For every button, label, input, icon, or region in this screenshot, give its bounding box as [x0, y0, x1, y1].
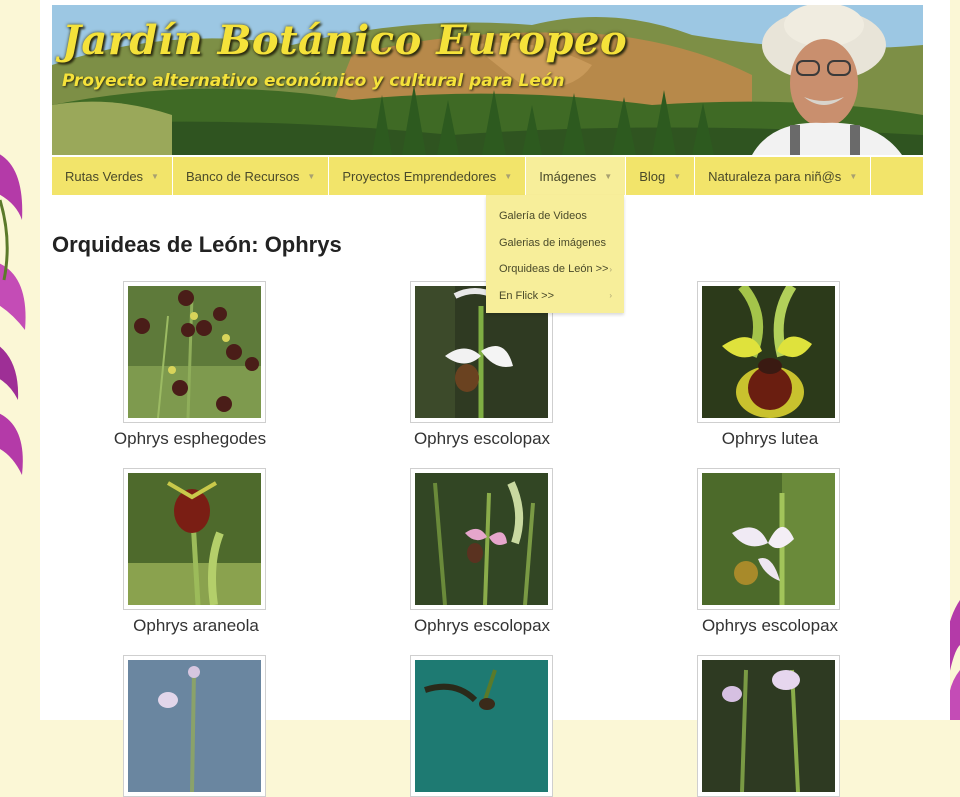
site-title[interactable]: Jardín Botánico Europeo: [62, 17, 627, 64]
gallery-caption[interactable]: Ophrys araneola: [66, 616, 326, 636]
dropdown-item-orquideas-de-leon[interactable]: Orquideas de León >> ›: [486, 256, 624, 283]
chevron-down-icon: ▼: [604, 171, 613, 181]
nav-item-imagenes[interactable]: Imágenes ▼: [526, 157, 627, 195]
orchid-photo: [702, 473, 835, 605]
main-navigation: Rutas Verdes ▼ Banco de Recursos ▼ Proye…: [52, 157, 923, 195]
chevron-down-icon: ▼: [151, 171, 159, 181]
orchid-photo: [128, 660, 261, 792]
gallery-thumbnail[interactable]: [123, 281, 266, 423]
orchid-photo: [128, 473, 261, 605]
nav-item-label: Naturaleza para niñ@s: [708, 168, 842, 184]
nav-item-proyectos-emprendedores[interactable]: Proyectos Emprendedores ▼: [329, 157, 527, 195]
gallery-thumbnail[interactable]: [697, 655, 840, 797]
imagenes-dropdown-menu: Galería de Videos Galerias de imágenes O…: [486, 195, 624, 313]
gallery-caption[interactable]: Ophrys escolopax: [352, 616, 612, 636]
nav-item-label: Banco de Recursos: [185, 168, 300, 184]
nav-item-naturaleza-para-ninos[interactable]: Naturaleza para niñ@s ▼: [695, 157, 872, 195]
gallery-caption[interactable]: Ophrys escolopax: [640, 616, 900, 636]
gallery-thumbnail[interactable]: [697, 468, 840, 610]
gallery-caption[interactable]: Ophrys esphegodes: [60, 429, 320, 449]
dropdown-item-galeria-de-videos[interactable]: Galería de Videos: [486, 203, 624, 230]
gallery-thumbnail[interactable]: [410, 655, 553, 797]
chevron-down-icon: ▼: [504, 171, 513, 181]
chevron-down-icon: ▼: [673, 171, 682, 181]
dropdown-item-label: En Flick >>: [499, 289, 555, 302]
chevron-right-icon: ›: [609, 291, 612, 301]
nav-item-label: Imágenes: [539, 168, 597, 184]
dropdown-item-en-flick[interactable]: En Flick >> ›: [486, 283, 624, 310]
chevron-down-icon: ▼: [849, 171, 858, 181]
dropdown-item-label: Galerias de imágenes: [499, 236, 607, 249]
site-subtitle: Proyecto alternativo económico y cultura…: [62, 71, 565, 91]
gallery-thumbnail[interactable]: [123, 655, 266, 797]
page-title: Orquideas de León: Ophrys: [52, 232, 342, 257]
gallery-thumbnail[interactable]: [123, 468, 266, 610]
gallery-caption[interactable]: Ophrys lutea: [640, 429, 900, 449]
nav-item-rutas-verdes[interactable]: Rutas Verdes ▼: [52, 157, 173, 195]
orchid-photo: [702, 286, 835, 418]
dropdown-item-galerias-de-imagenes[interactable]: Galerias de imágenes: [486, 230, 624, 257]
nav-item-label: Rutas Verdes: [65, 168, 144, 184]
gallery-thumbnail[interactable]: [410, 468, 553, 610]
dropdown-item-label: Galería de Videos: [499, 210, 587, 223]
gallery-thumbnail[interactable]: [697, 281, 840, 423]
nav-item-label: Proyectos Emprendedores: [342, 168, 497, 184]
site-header-banner[interactable]: Jardín Botánico Europeo Proyecto alterna…: [52, 5, 923, 155]
side-orchid-decoration-left: [0, 140, 40, 480]
orchid-photo: [128, 286, 261, 418]
orchid-photo: [415, 660, 548, 792]
dropdown-item-label: Orquideas de León >>: [499, 263, 609, 276]
page-container: Jardín Botánico Europeo Proyecto alterna…: [40, 0, 950, 797]
chevron-down-icon: ▼: [307, 171, 316, 181]
nav-item-blog[interactable]: Blog ▼: [626, 157, 696, 195]
nav-item-banco-de-recursos[interactable]: Banco de Recursos ▼: [173, 157, 330, 195]
chevron-right-icon: ›: [609, 264, 612, 274]
nav-item-label: Blog: [639, 168, 666, 184]
orchid-photo: [702, 660, 835, 792]
gallery-caption[interactable]: Ophrys escolopax: [352, 429, 612, 449]
orchid-photo: [415, 473, 548, 605]
